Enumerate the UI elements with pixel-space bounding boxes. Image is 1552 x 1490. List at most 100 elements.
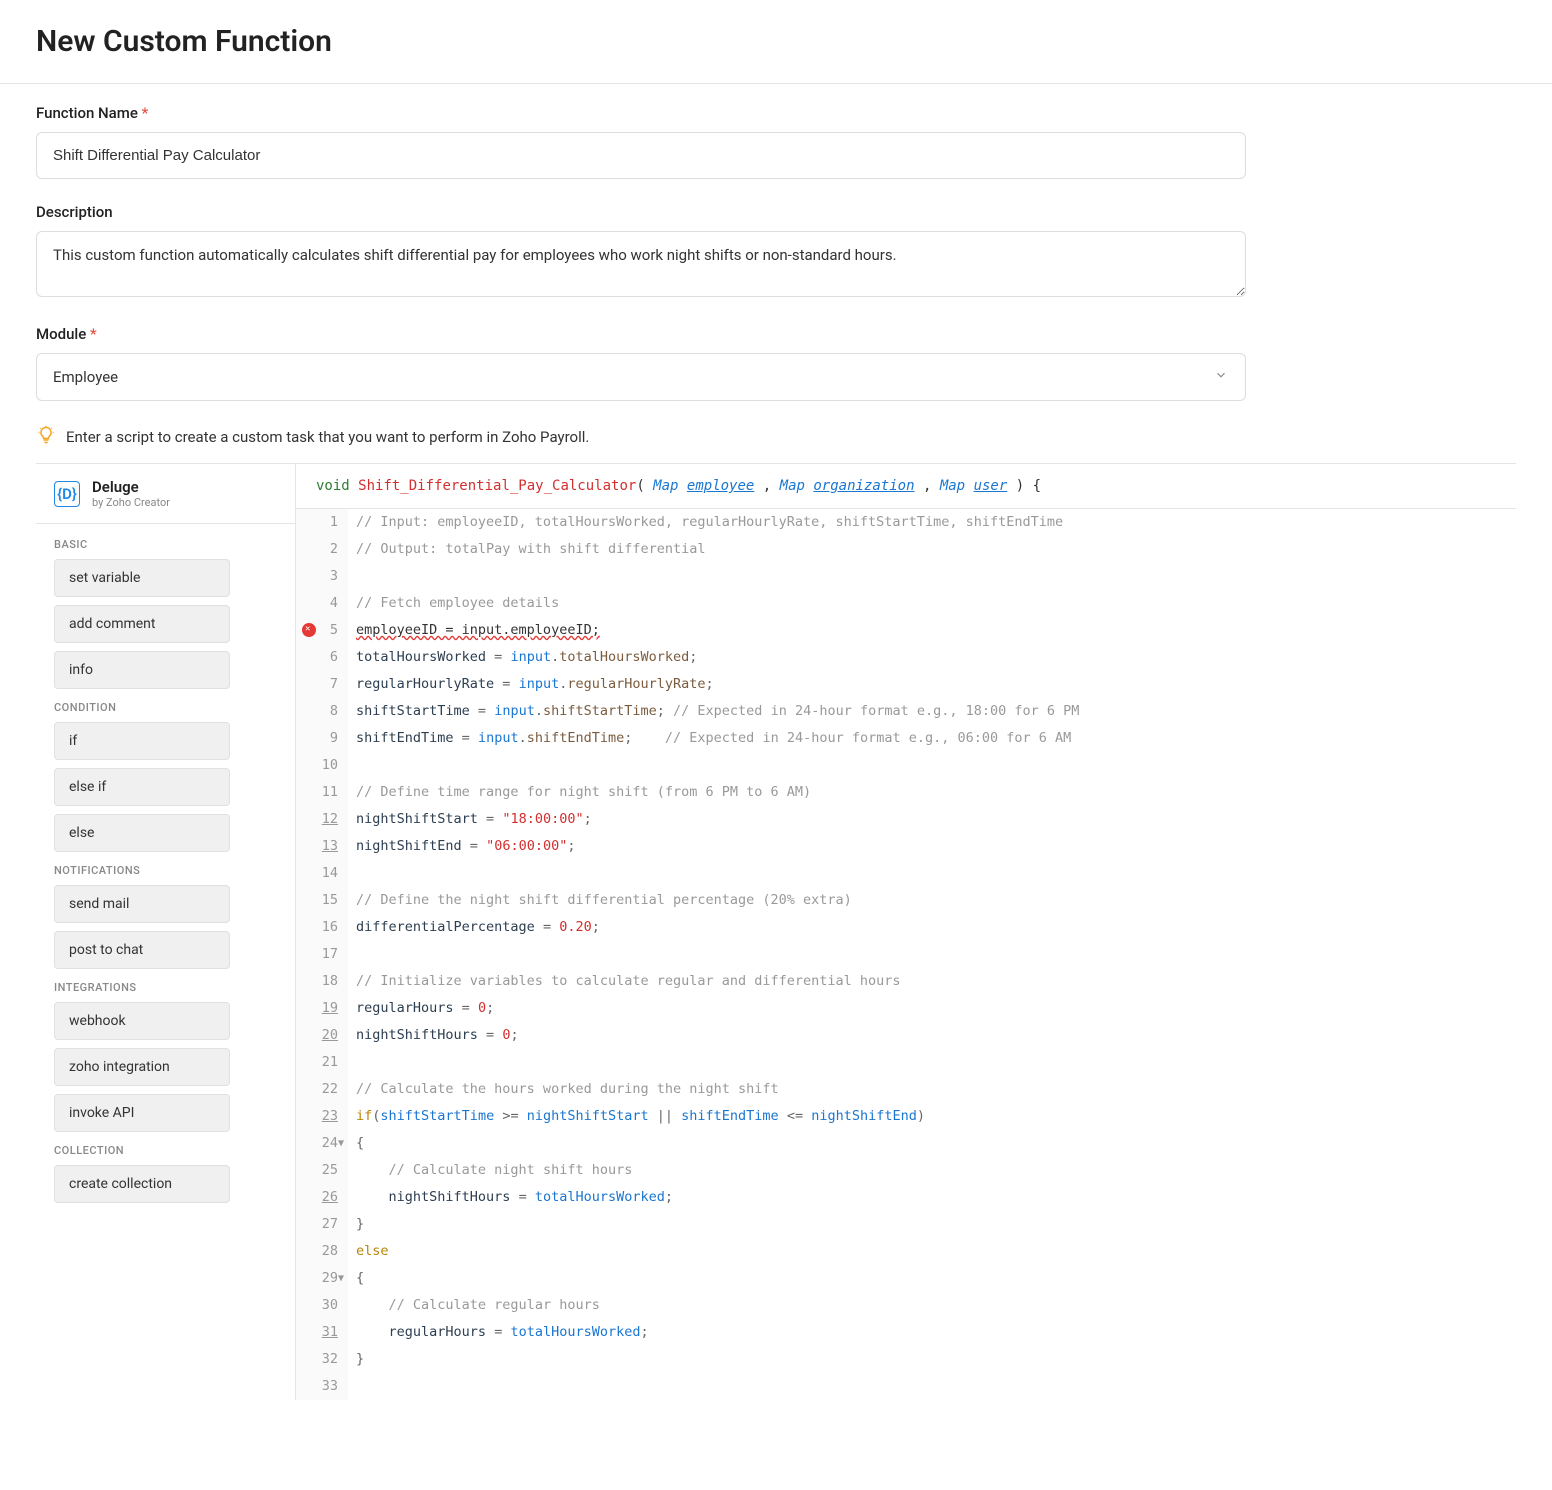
snippet-category-title: INTEGRATIONS — [54, 981, 277, 994]
code-line[interactable]: // Initialize variables to calculate reg… — [356, 968, 1079, 995]
code-line[interactable]: } — [356, 1346, 1079, 1373]
description-input[interactable]: This custom function automatically calcu… — [36, 231, 1246, 297]
param-user[interactable]: user — [974, 478, 1008, 494]
function-signature: void Shift_Differential_Pay_Calculator( … — [296, 464, 1516, 509]
gutter-line: 30 — [296, 1292, 338, 1319]
deluge-title: Deluge — [92, 478, 170, 496]
code-line[interactable]: nightShiftEnd = "06:00:00"; — [356, 833, 1079, 860]
fold-icon[interactable]: ▼ — [338, 1130, 344, 1157]
gutter-line: 20 — [296, 1022, 338, 1049]
snippet-item[interactable]: else — [54, 814, 230, 852]
module-label: Module * — [36, 325, 1516, 343]
gutter-line: 7 — [296, 671, 338, 698]
gutter-line: 1 — [296, 509, 338, 536]
code-line[interactable]: // Define time range for night shift (fr… — [356, 779, 1079, 806]
snippet-item[interactable]: else if — [54, 768, 230, 806]
gutter-line: 11 — [296, 779, 338, 806]
gutter-line: 29▼ — [296, 1265, 338, 1292]
snippet-item[interactable]: invoke API — [54, 1094, 230, 1132]
field-module: Module * Employee — [36, 325, 1516, 401]
snippet-item[interactable]: webhook — [54, 1002, 230, 1040]
snippet-item[interactable]: send mail — [54, 885, 230, 923]
snippet-item[interactable]: zoho integration — [54, 1048, 230, 1086]
gutter-line: 28 — [296, 1238, 338, 1265]
line-gutter: 123456789101112131415161718192021222324▼… — [296, 509, 348, 1400]
code-line[interactable]: nightShiftStart = "18:00:00"; — [356, 806, 1079, 833]
gutter-line: 8 — [296, 698, 338, 725]
code-line[interactable]: regularHours = totalHoursWorked; — [356, 1319, 1079, 1346]
param-organization[interactable]: organization — [813, 478, 914, 494]
gutter-line: 9 — [296, 725, 338, 752]
code-line[interactable]: { — [356, 1265, 1079, 1292]
code-line[interactable]: else — [356, 1238, 1079, 1265]
code-line[interactable]: shiftEndTime = input.shiftEndTime; // Ex… — [356, 725, 1079, 752]
code-editor: {D} Deluge by Zoho Creator BASICset vari… — [36, 463, 1516, 1400]
gutter-line: 5 — [296, 617, 338, 644]
description-label: Description — [36, 203, 1516, 221]
snippet-item[interactable]: if — [54, 722, 230, 760]
code-line[interactable]: if(shiftStartTime >= nightShiftStart || … — [356, 1103, 1079, 1130]
snippet-item[interactable]: create collection — [54, 1165, 230, 1203]
code-area[interactable]: 123456789101112131415161718192021222324▼… — [296, 509, 1516, 1400]
code-line[interactable]: shiftStartTime = input.shiftStartTime; /… — [356, 698, 1079, 725]
code-line[interactable]: totalHoursWorked = input.totalHoursWorke… — [356, 644, 1079, 671]
gutter-line: 23 — [296, 1103, 338, 1130]
code-line[interactable]: nightShiftHours = totalHoursWorked; — [356, 1184, 1079, 1211]
gutter-line: 13 — [296, 833, 338, 860]
code-line[interactable]: // Calculate night shift hours — [356, 1157, 1079, 1184]
gutter-line: 19 — [296, 995, 338, 1022]
gutter-line: 31 — [296, 1319, 338, 1346]
gutter-line: 26 — [296, 1184, 338, 1211]
gutter-line: 24▼ — [296, 1130, 338, 1157]
form-area: Function Name * Description This custom … — [0, 84, 1552, 1420]
code-line[interactable]: nightShiftHours = 0; — [356, 1022, 1079, 1049]
snippet-item[interactable]: post to chat — [54, 931, 230, 969]
lightbulb-icon — [36, 425, 56, 449]
code-line[interactable]: // Calculate regular hours — [356, 1292, 1079, 1319]
code-line[interactable]: employeeID = input.employeeID; — [356, 617, 1079, 644]
field-description: Description This custom function automat… — [36, 203, 1516, 301]
code-line[interactable] — [356, 752, 1079, 779]
gutter-line: 33 — [296, 1373, 338, 1400]
code-line[interactable]: // Output: totalPay with shift different… — [356, 536, 1079, 563]
editor-sidebar: {D} Deluge by Zoho Creator BASICset vari… — [36, 464, 296, 1400]
code-line[interactable] — [356, 1049, 1079, 1076]
code-line[interactable] — [356, 860, 1079, 887]
gutter-line: 10 — [296, 752, 338, 779]
page-title: New Custom Function — [36, 24, 1516, 59]
gutter-line: 14 — [296, 860, 338, 887]
code-line[interactable]: differentialPercentage = 0.20; — [356, 914, 1079, 941]
snippet-item[interactable]: set variable — [54, 559, 230, 597]
code-line[interactable]: } — [356, 1211, 1079, 1238]
code-line[interactable] — [356, 563, 1079, 590]
code-line[interactable]: // Fetch employee details — [356, 590, 1079, 617]
snippet-item[interactable]: info — [54, 651, 230, 689]
code-line[interactable]: regularHourlyRate = input.regularHourlyR… — [356, 671, 1079, 698]
fold-icon[interactable]: ▼ — [338, 1265, 344, 1292]
gutter-line: 2 — [296, 536, 338, 563]
error-icon[interactable] — [302, 623, 316, 637]
gutter-line: 4 — [296, 590, 338, 617]
gutter-line: 17 — [296, 941, 338, 968]
code-line[interactable]: regularHours = 0; — [356, 995, 1079, 1022]
code-line[interactable] — [356, 1373, 1079, 1400]
snippet-palette: BASICset variableadd commentinfoCONDITIO… — [36, 524, 295, 1225]
field-function-name: Function Name * — [36, 104, 1516, 179]
param-employee[interactable]: employee — [687, 478, 754, 494]
module-select[interactable]: Employee — [36, 353, 1246, 401]
function-name-input[interactable] — [36, 132, 1246, 179]
code-line[interactable]: { — [356, 1130, 1079, 1157]
code-lines[interactable]: // Input: employeeID, totalHoursWorked, … — [348, 509, 1079, 1400]
gutter-line: 27 — [296, 1211, 338, 1238]
editor-main: void Shift_Differential_Pay_Calculator( … — [296, 464, 1516, 1400]
code-line[interactable]: // Calculate the hours worked during the… — [356, 1076, 1079, 1103]
gutter-line: 16 — [296, 914, 338, 941]
deluge-logo-icon: {D} — [54, 481, 80, 507]
hint-text: Enter a script to create a custom task t… — [66, 428, 589, 446]
snippet-item[interactable]: add comment — [54, 605, 230, 643]
code-line[interactable]: // Input: employeeID, totalHoursWorked, … — [356, 509, 1079, 536]
function-name-label: Function Name * — [36, 104, 1516, 122]
code-line[interactable] — [356, 941, 1079, 968]
code-line[interactable]: // Define the night shift differential p… — [356, 887, 1079, 914]
deluge-header: {D} Deluge by Zoho Creator — [36, 464, 295, 524]
